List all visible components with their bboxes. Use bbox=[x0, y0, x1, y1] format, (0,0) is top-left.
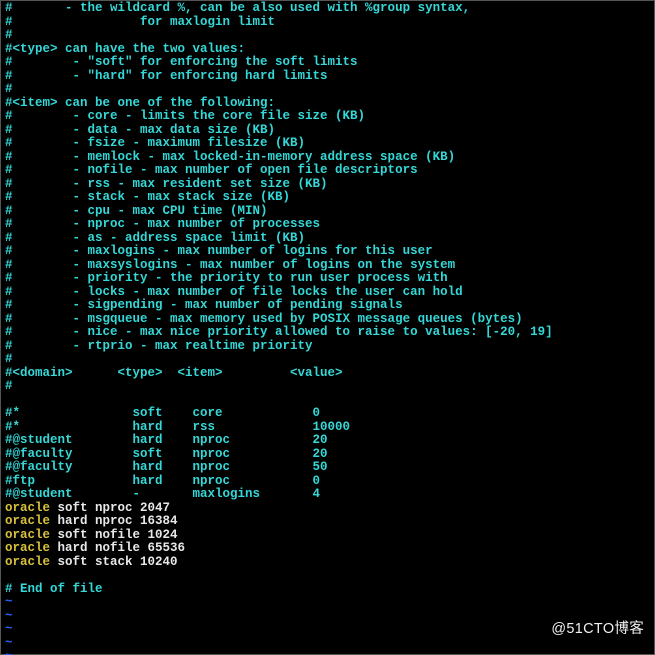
comment-line: # - priority - the priority to run user … bbox=[5, 272, 650, 286]
comment-line: #<domain> <type> <item> <value> bbox=[5, 367, 650, 381]
comment-line: # bbox=[5, 29, 650, 43]
config-value: soft nofile 1024 bbox=[50, 528, 178, 542]
domain-keyword: oracle bbox=[5, 541, 50, 555]
comment-line: #@student hard nproc 20 bbox=[5, 434, 650, 448]
terminal-window: # - the wildcard %, can be also used wit… bbox=[0, 0, 655, 655]
comment-line: #@faculty soft nproc 20 bbox=[5, 448, 650, 462]
comment-line: #ftp hard nproc 0 bbox=[5, 475, 650, 489]
domain-keyword: oracle bbox=[5, 555, 50, 569]
vim-tilde: ~ bbox=[5, 596, 650, 610]
config-line: oracle soft nofile 1024 bbox=[5, 529, 650, 543]
comment-line: # for maxlogin limit bbox=[5, 16, 650, 30]
comment-line: # bbox=[5, 83, 650, 97]
comment-line: # - memlock - max locked-in-memory addre… bbox=[5, 151, 650, 165]
vim-tilde: ~ bbox=[5, 637, 650, 651]
comment-line: # - sigpending - max number of pending s… bbox=[5, 299, 650, 313]
comment-line: # - locks - max number of file locks the… bbox=[5, 286, 650, 300]
comment-line: # - rss - max resident set size (KB) bbox=[5, 178, 650, 192]
config-value: hard nofile 65536 bbox=[50, 541, 185, 555]
comment-line: # bbox=[5, 380, 650, 394]
blank-line bbox=[5, 394, 650, 408]
comment-line: # - core - limits the core file size (KB… bbox=[5, 110, 650, 124]
comment-line: # - fsize - maximum filesize (KB) bbox=[5, 137, 650, 151]
comment-line: #@student - maxlogins 4 bbox=[5, 488, 650, 502]
domain-keyword: oracle bbox=[5, 501, 50, 515]
config-value: soft stack 10240 bbox=[50, 555, 178, 569]
config-line: oracle hard nproc 16384 bbox=[5, 515, 650, 529]
config-line: oracle hard nofile 65536 bbox=[5, 542, 650, 556]
comment-line: #<item> can be one of the following: bbox=[5, 97, 650, 111]
comment-line: #<type> can have the two values: bbox=[5, 43, 650, 57]
comment-line: # - the wildcard %, can be also used wit… bbox=[5, 2, 650, 16]
comment-line: # - "soft" for enforcing the soft limits bbox=[5, 56, 650, 70]
comment-line: # - rtprio - max realtime priority bbox=[5, 340, 650, 354]
comment-line: # - as - address space limit (KB) bbox=[5, 232, 650, 246]
comment-line: # - nice - max nice priority allowed to … bbox=[5, 326, 650, 340]
comment-line: # - "hard" for enforcing hard limits bbox=[5, 70, 650, 84]
comment-line: # - msgqueue - max memory used by POSIX … bbox=[5, 313, 650, 327]
comment-line: # End of file bbox=[5, 583, 650, 597]
domain-keyword: oracle bbox=[5, 514, 50, 528]
config-value: soft nproc 2047 bbox=[50, 501, 170, 515]
comment-line: # - nofile - max number of open file des… bbox=[5, 164, 650, 178]
comment-line: # bbox=[5, 353, 650, 367]
comment-line: #* soft core 0 bbox=[5, 407, 650, 421]
config-value: hard nproc 16384 bbox=[50, 514, 178, 528]
comment-line: # - maxlogins - max number of logins for… bbox=[5, 245, 650, 259]
comment-line: # - nproc - max number of processes bbox=[5, 218, 650, 232]
comment-line: #@faculty hard nproc 50 bbox=[5, 461, 650, 475]
comment-line: # - stack - max stack size (KB) bbox=[5, 191, 650, 205]
comment-line: #* hard rss 10000 bbox=[5, 421, 650, 435]
comment-line: # - data - max data size (KB) bbox=[5, 124, 650, 138]
config-line: oracle soft nproc 2047 bbox=[5, 502, 650, 516]
watermark: @51CTO博客 bbox=[551, 623, 644, 637]
vim-tilde: ~ bbox=[5, 650, 650, 655]
blank-line bbox=[5, 569, 650, 583]
config-line: oracle soft stack 10240 bbox=[5, 556, 650, 570]
domain-keyword: oracle bbox=[5, 528, 50, 542]
comment-line: # - cpu - max CPU time (MIN) bbox=[5, 205, 650, 219]
comment-line: # - maxsyslogins - max number of logins … bbox=[5, 259, 650, 273]
